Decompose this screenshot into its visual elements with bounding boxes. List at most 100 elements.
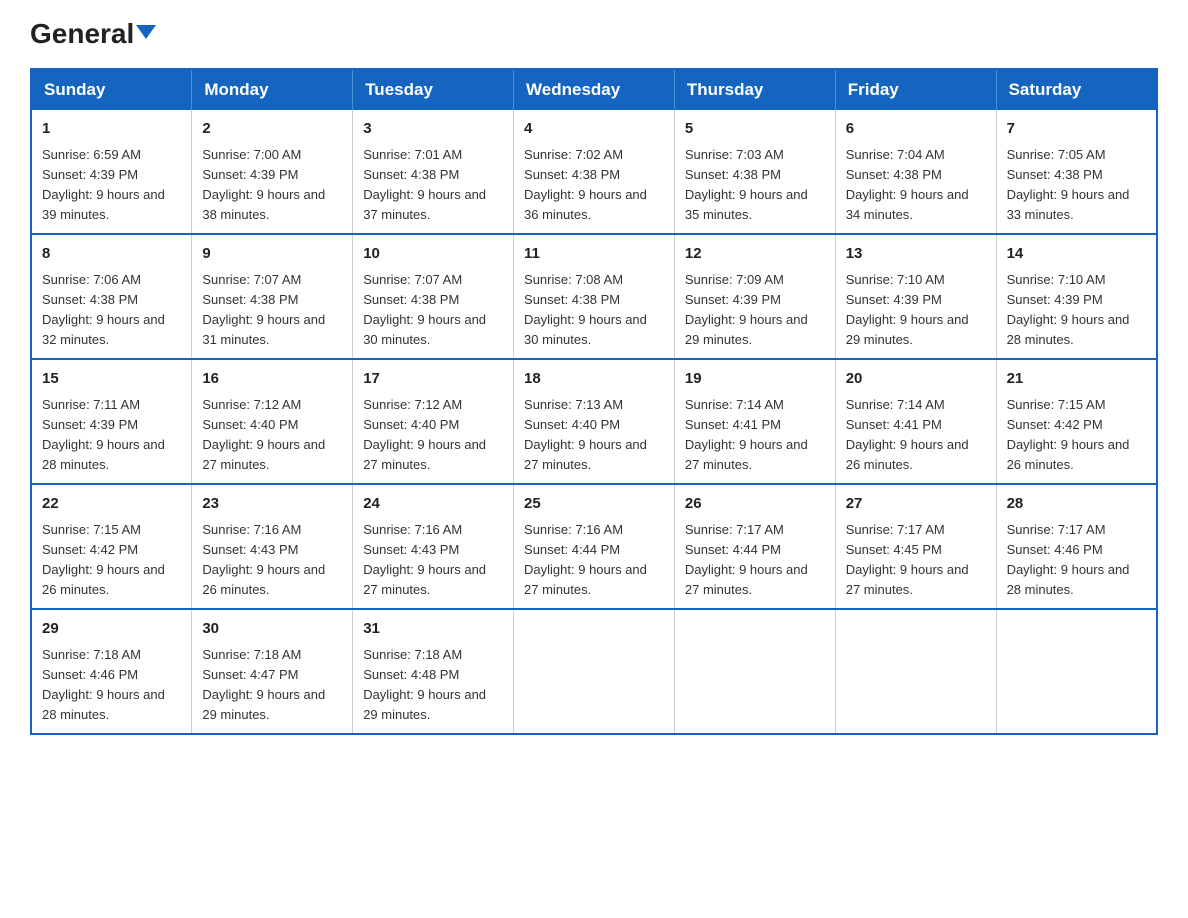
day-number: 25: [524, 493, 664, 516]
day-info: Sunrise: 6:59 AM Sunset: 4:39 PM Dayligh…: [42, 145, 181, 226]
calendar-cell: 26 Sunrise: 7:17 AM Sunset: 4:44 PM Dayl…: [674, 484, 835, 609]
day-header-friday: Friday: [835, 69, 996, 110]
day-number: 17: [363, 368, 503, 391]
day-number: 31: [363, 618, 503, 641]
day-info: Sunrise: 7:08 AM Sunset: 4:38 PM Dayligh…: [524, 270, 664, 351]
day-info: Sunrise: 7:17 AM Sunset: 4:45 PM Dayligh…: [846, 520, 986, 601]
day-number: 29: [42, 618, 181, 641]
day-header-saturday: Saturday: [996, 69, 1157, 110]
calendar-cell: [996, 609, 1157, 734]
day-info: Sunrise: 7:12 AM Sunset: 4:40 PM Dayligh…: [363, 395, 503, 476]
calendar-cell: 18 Sunrise: 7:13 AM Sunset: 4:40 PM Dayl…: [514, 359, 675, 484]
calendar-cell: 2 Sunrise: 7:00 AM Sunset: 4:39 PM Dayli…: [192, 110, 353, 234]
calendar-cell: 29 Sunrise: 7:18 AM Sunset: 4:46 PM Dayl…: [31, 609, 192, 734]
day-number: 14: [1007, 243, 1146, 266]
calendar-cell: 15 Sunrise: 7:11 AM Sunset: 4:39 PM Dayl…: [31, 359, 192, 484]
day-number: 21: [1007, 368, 1146, 391]
day-info: Sunrise: 7:14 AM Sunset: 4:41 PM Dayligh…: [846, 395, 986, 476]
calendar-cell: 9 Sunrise: 7:07 AM Sunset: 4:38 PM Dayli…: [192, 234, 353, 359]
day-info: Sunrise: 7:15 AM Sunset: 4:42 PM Dayligh…: [42, 520, 181, 601]
calendar-cell: 24 Sunrise: 7:16 AM Sunset: 4:43 PM Dayl…: [353, 484, 514, 609]
week-row-4: 22 Sunrise: 7:15 AM Sunset: 4:42 PM Dayl…: [31, 484, 1157, 609]
day-number: 15: [42, 368, 181, 391]
logo-arrow-icon: [136, 25, 156, 39]
day-info: Sunrise: 7:16 AM Sunset: 4:43 PM Dayligh…: [363, 520, 503, 601]
calendar-cell: [514, 609, 675, 734]
day-info: Sunrise: 7:18 AM Sunset: 4:48 PM Dayligh…: [363, 645, 503, 726]
day-number: 11: [524, 243, 664, 266]
calendar-cell: [674, 609, 835, 734]
calendar-cell: 17 Sunrise: 7:12 AM Sunset: 4:40 PM Dayl…: [353, 359, 514, 484]
calendar-cell: 19 Sunrise: 7:14 AM Sunset: 4:41 PM Dayl…: [674, 359, 835, 484]
day-number: 23: [202, 493, 342, 516]
calendar-cell: 10 Sunrise: 7:07 AM Sunset: 4:38 PM Dayl…: [353, 234, 514, 359]
day-info: Sunrise: 7:10 AM Sunset: 4:39 PM Dayligh…: [846, 270, 986, 351]
calendar-cell: 11 Sunrise: 7:08 AM Sunset: 4:38 PM Dayl…: [514, 234, 675, 359]
day-info: Sunrise: 7:07 AM Sunset: 4:38 PM Dayligh…: [202, 270, 342, 351]
day-info: Sunrise: 7:17 AM Sunset: 4:46 PM Dayligh…: [1007, 520, 1146, 601]
calendar-cell: 16 Sunrise: 7:12 AM Sunset: 4:40 PM Dayl…: [192, 359, 353, 484]
day-header-wednesday: Wednesday: [514, 69, 675, 110]
calendar-cell: 4 Sunrise: 7:02 AM Sunset: 4:38 PM Dayli…: [514, 110, 675, 234]
calendar-cell: 31 Sunrise: 7:18 AM Sunset: 4:48 PM Dayl…: [353, 609, 514, 734]
calendar-cell: 20 Sunrise: 7:14 AM Sunset: 4:41 PM Dayl…: [835, 359, 996, 484]
day-info: Sunrise: 7:18 AM Sunset: 4:46 PM Dayligh…: [42, 645, 181, 726]
day-number: 8: [42, 243, 181, 266]
calendar-cell: 1 Sunrise: 6:59 AM Sunset: 4:39 PM Dayli…: [31, 110, 192, 234]
calendar-header: SundayMondayTuesdayWednesdayThursdayFrid…: [31, 69, 1157, 110]
day-number: 10: [363, 243, 503, 266]
day-info: Sunrise: 7:06 AM Sunset: 4:38 PM Dayligh…: [42, 270, 181, 351]
calendar-cell: 25 Sunrise: 7:16 AM Sunset: 4:44 PM Dayl…: [514, 484, 675, 609]
day-number: 18: [524, 368, 664, 391]
day-number: 13: [846, 243, 986, 266]
day-info: Sunrise: 7:16 AM Sunset: 4:44 PM Dayligh…: [524, 520, 664, 601]
calendar-cell: 22 Sunrise: 7:15 AM Sunset: 4:42 PM Dayl…: [31, 484, 192, 609]
day-header-tuesday: Tuesday: [353, 69, 514, 110]
day-info: Sunrise: 7:16 AM Sunset: 4:43 PM Dayligh…: [202, 520, 342, 601]
day-number: 30: [202, 618, 342, 641]
day-number: 12: [685, 243, 825, 266]
calendar-cell: 21 Sunrise: 7:15 AM Sunset: 4:42 PM Dayl…: [996, 359, 1157, 484]
day-info: Sunrise: 7:05 AM Sunset: 4:38 PM Dayligh…: [1007, 145, 1146, 226]
day-number: 2: [202, 118, 342, 141]
day-number: 7: [1007, 118, 1146, 141]
day-number: 3: [363, 118, 503, 141]
day-info: Sunrise: 7:04 AM Sunset: 4:38 PM Dayligh…: [846, 145, 986, 226]
day-number: 22: [42, 493, 181, 516]
day-info: Sunrise: 7:09 AM Sunset: 4:39 PM Dayligh…: [685, 270, 825, 351]
day-number: 24: [363, 493, 503, 516]
calendar-cell: 30 Sunrise: 7:18 AM Sunset: 4:47 PM Dayl…: [192, 609, 353, 734]
calendar-cell: 12 Sunrise: 7:09 AM Sunset: 4:39 PM Dayl…: [674, 234, 835, 359]
calendar-body: 1 Sunrise: 6:59 AM Sunset: 4:39 PM Dayli…: [31, 110, 1157, 734]
calendar-cell: 5 Sunrise: 7:03 AM Sunset: 4:38 PM Dayli…: [674, 110, 835, 234]
day-number: 19: [685, 368, 825, 391]
calendar-cell: 27 Sunrise: 7:17 AM Sunset: 4:45 PM Dayl…: [835, 484, 996, 609]
day-number: 16: [202, 368, 342, 391]
day-info: Sunrise: 7:01 AM Sunset: 4:38 PM Dayligh…: [363, 145, 503, 226]
day-header-sunday: Sunday: [31, 69, 192, 110]
day-number: 26: [685, 493, 825, 516]
logo-general-text: General: [30, 20, 156, 48]
calendar-cell: 3 Sunrise: 7:01 AM Sunset: 4:38 PM Dayli…: [353, 110, 514, 234]
week-row-5: 29 Sunrise: 7:18 AM Sunset: 4:46 PM Dayl…: [31, 609, 1157, 734]
day-info: Sunrise: 7:02 AM Sunset: 4:38 PM Dayligh…: [524, 145, 664, 226]
day-number: 6: [846, 118, 986, 141]
page-header: General: [30, 20, 1158, 50]
calendar-cell: 14 Sunrise: 7:10 AM Sunset: 4:39 PM Dayl…: [996, 234, 1157, 359]
week-row-3: 15 Sunrise: 7:11 AM Sunset: 4:39 PM Dayl…: [31, 359, 1157, 484]
calendar-cell: 23 Sunrise: 7:16 AM Sunset: 4:43 PM Dayl…: [192, 484, 353, 609]
calendar-cell: 6 Sunrise: 7:04 AM Sunset: 4:38 PM Dayli…: [835, 110, 996, 234]
calendar-table: SundayMondayTuesdayWednesdayThursdayFrid…: [30, 68, 1158, 735]
calendar-cell: [835, 609, 996, 734]
day-number: 9: [202, 243, 342, 266]
day-number: 28: [1007, 493, 1146, 516]
day-number: 4: [524, 118, 664, 141]
calendar-cell: 7 Sunrise: 7:05 AM Sunset: 4:38 PM Dayli…: [996, 110, 1157, 234]
day-info: Sunrise: 7:00 AM Sunset: 4:39 PM Dayligh…: [202, 145, 342, 226]
day-info: Sunrise: 7:14 AM Sunset: 4:41 PM Dayligh…: [685, 395, 825, 476]
day-header-monday: Monday: [192, 69, 353, 110]
day-number: 20: [846, 368, 986, 391]
day-info: Sunrise: 7:17 AM Sunset: 4:44 PM Dayligh…: [685, 520, 825, 601]
day-info: Sunrise: 7:13 AM Sunset: 4:40 PM Dayligh…: [524, 395, 664, 476]
calendar-cell: 13 Sunrise: 7:10 AM Sunset: 4:39 PM Dayl…: [835, 234, 996, 359]
